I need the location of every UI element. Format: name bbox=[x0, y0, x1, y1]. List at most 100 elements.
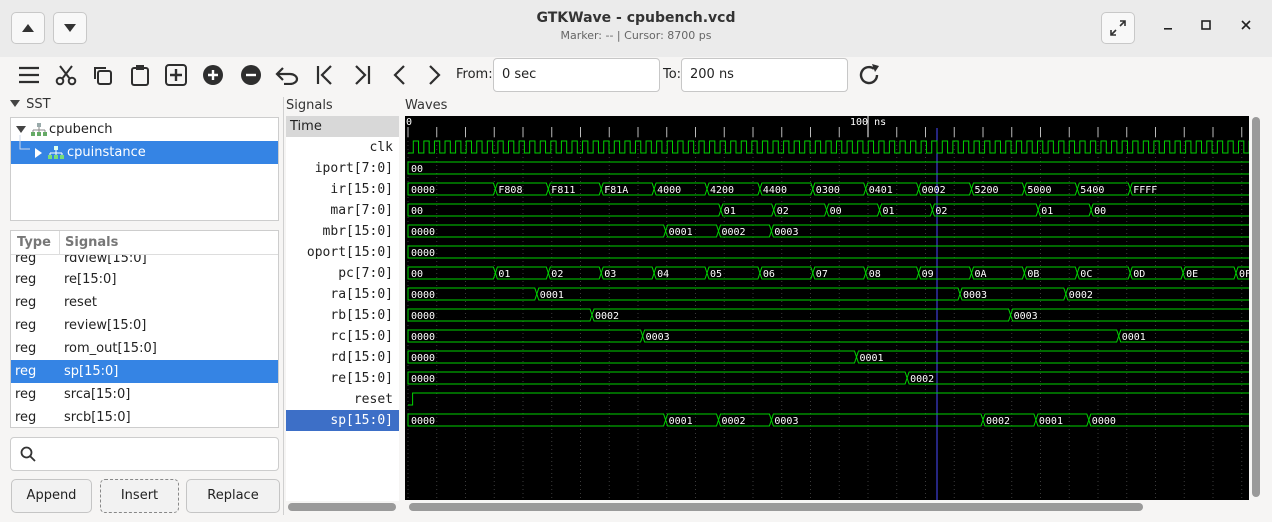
reload-button[interactable] bbox=[855, 61, 883, 89]
undo-icon bbox=[275, 67, 299, 85]
signal-row[interactable]: rb[15:0] bbox=[286, 305, 399, 326]
signal-row[interactable]: clk bbox=[286, 137, 399, 158]
zoom-in-button[interactable] bbox=[199, 61, 227, 89]
ruler-label-start: 0 bbox=[406, 117, 412, 128]
signal-row[interactable]: mar[7:0] bbox=[286, 200, 399, 221]
to-time-input[interactable]: 200 ns bbox=[681, 58, 848, 92]
copy-button[interactable] bbox=[88, 61, 116, 89]
signals-scrollbar[interactable] bbox=[288, 503, 396, 511]
signal-row[interactable]: ra[15:0] bbox=[286, 284, 399, 305]
list-item[interactable]: reg rom_out[15:0] bbox=[11, 337, 278, 360]
search-field[interactable] bbox=[10, 437, 279, 471]
plus-circle-icon bbox=[203, 65, 223, 85]
bus-value-label: 0001 bbox=[1039, 416, 1063, 427]
window-subtitle: Marker: -- | Cursor: 8700 ps bbox=[560, 29, 712, 42]
type-column-header[interactable]: Type bbox=[17, 231, 51, 254]
signal-row[interactable]: rd[15:0] bbox=[286, 347, 399, 368]
bus-value-label: 0B bbox=[1027, 269, 1039, 280]
bus-value-label: 0003 bbox=[1014, 311, 1038, 322]
bus-segment bbox=[855, 350, 1249, 364]
signal-list: reg rdview[15:0] reg re[15:0] reg reset reg… bbox=[10, 230, 279, 428]
sst-header[interactable]: SST bbox=[10, 97, 51, 112]
list-item[interactable]: reg reset bbox=[11, 291, 278, 314]
sst-label: SST bbox=[26, 97, 51, 112]
list-item[interactable]: reg srca[15:0] bbox=[11, 383, 278, 406]
paste-button[interactable] bbox=[126, 61, 154, 89]
signal-name: re[15:0] bbox=[64, 272, 117, 287]
tree-item-label: cpuinstance bbox=[67, 145, 146, 160]
zoom-fit-icon bbox=[165, 64, 187, 86]
signal-type: reg bbox=[15, 410, 37, 425]
pane-divider[interactable] bbox=[283, 97, 284, 515]
signal-name: reset bbox=[64, 295, 97, 310]
clk-waveform bbox=[408, 140, 1249, 154]
bus-value-label: 5400 bbox=[1080, 185, 1104, 196]
waveform-canvas[interactable]: 0 100 ns000000 F808 F811 F81A 4000 4200 4400 030… bbox=[405, 116, 1249, 500]
zoom-to-start-button[interactable] bbox=[311, 61, 339, 89]
list-item[interactable]: reg review[15:0] bbox=[11, 314, 278, 337]
expander-right-icon bbox=[35, 148, 42, 158]
append-button[interactable]: Append bbox=[11, 479, 92, 513]
first-page-icon bbox=[316, 65, 332, 85]
waves-pane-label: Waves bbox=[405, 98, 448, 113]
cut-button[interactable] bbox=[52, 61, 80, 89]
bus-value-label: F808 bbox=[498, 185, 522, 196]
bus-value-label: 0003 bbox=[774, 416, 798, 427]
bus-value-label: 00 bbox=[411, 206, 423, 217]
bus-value-label: 0E bbox=[1186, 269, 1198, 280]
signal-row[interactable]: rc[15:0] bbox=[286, 326, 399, 347]
insert-button[interactable]: Insert bbox=[100, 479, 179, 513]
signal-row[interactable]: mbr[15:0] bbox=[286, 221, 399, 242]
waves-pane[interactable]: 0 100 ns 00 0000 F808 F811 F81A 4000 4200 4400 030… bbox=[405, 116, 1249, 500]
bus-segment bbox=[770, 413, 984, 427]
bus-segment bbox=[407, 161, 1249, 175]
bus-value-label: 0002 bbox=[986, 416, 1010, 427]
bus-value-label: 0000 bbox=[411, 227, 435, 238]
zoom-to-end-button[interactable] bbox=[348, 61, 376, 89]
fullscreen-button[interactable] bbox=[1101, 12, 1135, 44]
list-item[interactable]: reg re[15:0] bbox=[11, 268, 278, 291]
signal-type: reg bbox=[15, 272, 37, 287]
signal-row[interactable]: reset bbox=[286, 389, 399, 410]
signal-type: reg bbox=[15, 295, 37, 310]
triangle-down-icon bbox=[10, 100, 20, 107]
bus-value-label: 4000 bbox=[657, 185, 681, 196]
signal-row[interactable]: oport[15:0] bbox=[286, 242, 399, 263]
signal-name: srca[15:0] bbox=[64, 387, 131, 402]
toolbar: From: 0 sec To: 200 ns bbox=[0, 57, 1272, 95]
header-bar: GTKWave - cpubench.vcd Marker: -- | Curs… bbox=[0, 0, 1272, 58]
signal-row[interactable]: ir[15:0] bbox=[286, 179, 399, 200]
waves-horizontal-scrollbar[interactable] bbox=[409, 503, 1143, 511]
menu-button[interactable] bbox=[15, 61, 43, 89]
list-item[interactable]: reg sp[15:0] bbox=[11, 360, 278, 383]
replace-button[interactable]: Replace bbox=[186, 479, 280, 513]
bus-value-label: 03 bbox=[604, 269, 616, 280]
bus-value-label: 0003 bbox=[774, 227, 798, 238]
bus-value-label: 01 bbox=[1041, 206, 1053, 217]
next-edge-button[interactable] bbox=[421, 61, 449, 89]
minimize-button[interactable] bbox=[1158, 18, 1178, 34]
zoom-fit-button[interactable] bbox=[162, 61, 190, 89]
waves-vertical-scrollbar[interactable] bbox=[1252, 117, 1260, 497]
signal-row[interactable]: iport[7:0] bbox=[286, 158, 399, 179]
close-button[interactable] bbox=[1236, 18, 1256, 34]
from-label: From: bbox=[456, 67, 493, 82]
signal-row-selected[interactable]: sp[15:0] bbox=[286, 410, 399, 431]
maximize-button[interactable] bbox=[1196, 18, 1216, 34]
previous-edge-button[interactable] bbox=[385, 61, 413, 89]
tree-item-cpubench[interactable]: cpubench bbox=[11, 118, 278, 141]
zoom-out-button[interactable] bbox=[237, 61, 265, 89]
bus-value-label: 0000 bbox=[411, 353, 435, 364]
from-time-input[interactable]: 0 sec bbox=[493, 58, 660, 92]
signal-row[interactable]: pc[7:0] bbox=[286, 263, 399, 284]
signal-name: rom_out[15:0] bbox=[64, 341, 157, 356]
tree-item-cpuinstance[interactable]: cpuinstance bbox=[11, 135, 278, 164]
list-item[interactable]: reg srcb[15:0] bbox=[11, 406, 278, 427]
signals-column-header[interactable]: Signals bbox=[59, 231, 118, 254]
bus-value-label: 5000 bbox=[1027, 185, 1051, 196]
signal-row[interactable]: re[15:0] bbox=[286, 368, 399, 389]
bus-segment bbox=[931, 203, 1039, 217]
undo-zoom-button[interactable] bbox=[273, 61, 301, 89]
bus-segment bbox=[407, 308, 593, 322]
bus-value-label: 0000 bbox=[411, 374, 435, 385]
